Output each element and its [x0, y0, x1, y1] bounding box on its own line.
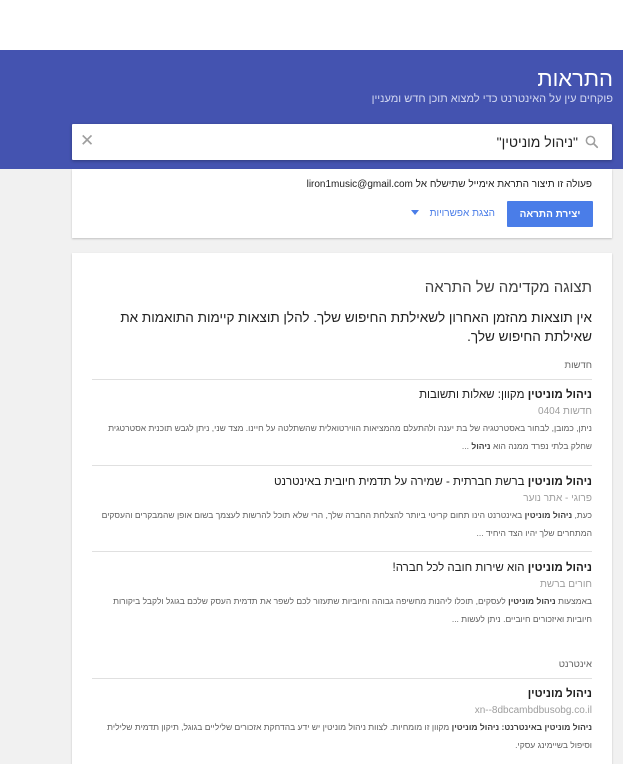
- preview-title: תצוגה מקדימה של התראה: [424, 279, 592, 296]
- alert-settings-card: פעולה זו תיצור התראת אימייל שתישלח אל li…: [72, 169, 612, 238]
- page-subtitle: פוקחים עין על האינטרנט כדי למצוא תוכן חד…: [371, 93, 613, 105]
- result-snippet: כעת, ניהול מוניטין באינטרנט הינו תחום קר…: [101, 510, 592, 538]
- page-title: התראות: [537, 66, 613, 91]
- result-source: חדשות 0404: [538, 406, 592, 417]
- alert-preview-card: תצוגה מקדימה של התראה אין תוצאות מהזמן ה…: [72, 253, 612, 764]
- divider: [92, 465, 592, 466]
- caret-down-icon: [410, 210, 419, 215]
- result-item[interactable]: ניהול מוניטין ברשת חברתית - שמירה על תדמ…: [92, 476, 592, 542]
- result-source: חורים ברשת: [539, 579, 592, 590]
- create-alert-button[interactable]: יצירת התראה: [507, 201, 593, 227]
- divider: [92, 551, 592, 552]
- result-source: xn--8dbcambdbusobg.co.il: [474, 705, 592, 716]
- result-item[interactable]: ניהול מוניטין מקוון: שאלות ותשובות חדשות…: [92, 389, 592, 455]
- search-box[interactable]: "ניהול מוניטין" ✕: [72, 124, 612, 160]
- result-title[interactable]: ניהול מוניטין: [92, 688, 592, 700]
- divider: [92, 678, 592, 679]
- alert-email-info: פעולה זו תיצור התראת אימייל שתישלח אל li…: [306, 179, 592, 190]
- result-snippet: ניתן, כמובן, לבחור באסטרטגיה של בת יענה …: [108, 423, 592, 451]
- section-label-news: חדשות: [564, 360, 592, 371]
- search-icon: [585, 135, 599, 149]
- result-snippet: באמצעות ניהול מוניטין לעסקים, תוכלו ליהנ…: [113, 596, 592, 624]
- divider: [92, 379, 592, 380]
- search-input[interactable]: "ניהול מוניטין": [497, 134, 578, 150]
- result-title[interactable]: ניהול מוניטין מקוון: שאלות ותשובות: [92, 389, 592, 401]
- section-label-web: אינטרנט: [558, 659, 592, 670]
- result-title[interactable]: ניהול מוניטין הוא שירות חובה לכל חברה!: [92, 562, 592, 574]
- result-item[interactable]: ניהול מוניטין הוא שירות חובה לכל חברה! ח…: [92, 562, 592, 628]
- result-snippet: ניהול מוניטין באינטרנט: ניהול מוניטין מק…: [107, 722, 592, 750]
- result-item[interactable]: ניהול מוניטין xn--8dbcambdbusobg.co.il נ…: [92, 688, 592, 754]
- result-source: פרוגי - אתר נוער: [523, 493, 592, 504]
- show-options-label: הצגת אפשרויות: [429, 208, 495, 219]
- top-bar: [0, 0, 623, 50]
- no-results-message: אין תוצאות מהזמן האחרון לשאילתת החיפוש ש…: [120, 310, 592, 344]
- show-options-link[interactable]: הצגת אפשרויות: [410, 208, 495, 219]
- result-title[interactable]: ניהול מוניטין ברשת חברתית - שמירה על תדמ…: [92, 476, 592, 488]
- header: התראות פוקחים עין על האינטרנט כדי למצוא …: [0, 50, 623, 169]
- close-icon[interactable]: ✕: [80, 131, 94, 151]
